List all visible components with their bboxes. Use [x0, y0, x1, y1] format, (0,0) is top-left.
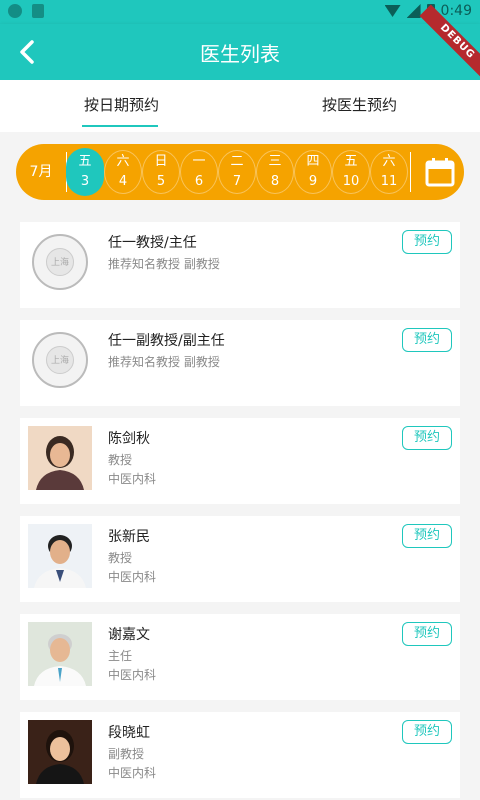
book-button[interactable]: 预约: [402, 622, 452, 646]
doctor-title: 副教授: [108, 747, 145, 761]
doctor-card[interactable]: 陈剑秋 教授 中医内科 预约: [20, 418, 460, 504]
day-weekday: 三: [268, 154, 282, 169]
signal-icon: [406, 4, 421, 18]
notification-icon: [8, 4, 22, 18]
doctor-title: 推荐知名教授 副教授: [108, 355, 220, 369]
doctor-title: 教授: [108, 453, 133, 467]
doctor-department: 中医内科: [108, 472, 157, 486]
day-item[interactable]: 六 4: [104, 148, 142, 196]
doctor-name: 任一教授/主任: [108, 235, 197, 251]
doctor-title: 主任: [108, 649, 133, 663]
doctor-photo: [28, 720, 92, 784]
day-weekday: 六: [116, 154, 130, 169]
doctor-name: 段晓虹: [108, 725, 150, 741]
day-item[interactable]: 六 11: [370, 148, 408, 196]
doctor-photo: [28, 426, 92, 490]
day-weekday: 五: [344, 154, 358, 169]
tab-by-doctor[interactable]: 按医生预约: [322, 94, 397, 115]
doctor-photo: [28, 524, 92, 588]
doctor-name: 张新民: [108, 529, 150, 545]
day-date: 7: [232, 174, 242, 189]
doctor-title: 推荐知名教授 副教授: [108, 257, 220, 271]
day-item[interactable]: 三 8: [256, 148, 294, 196]
day-date: 9: [308, 174, 318, 189]
seal-text: 上海: [46, 346, 74, 374]
doctor-card[interactable]: 张新民 教授 中医内科 预约: [20, 516, 460, 602]
day-weekday: 五: [78, 154, 92, 169]
seal-text: 上海: [46, 248, 74, 276]
month-label: 7月: [29, 164, 53, 180]
doctor-card[interactable]: 上海 任一副教授/副主任 推荐知名教授 副教授 预约: [20, 320, 460, 406]
divider: [410, 152, 411, 192]
app-bar: 医生列表 DEBUG: [0, 4, 480, 80]
day-date: 5: [156, 174, 166, 189]
status-time: 0:49: [440, 3, 472, 19]
day-item[interactable]: 二 7: [218, 148, 256, 196]
tab-by-date[interactable]: 按日期预约: [84, 94, 159, 115]
day-weekday: 四: [306, 154, 320, 169]
doctor-card[interactable]: 段晓虹 副教授 中医内科 预约: [20, 712, 460, 798]
day-date: 4: [118, 174, 128, 189]
day-item[interactable]: 日 5: [142, 148, 180, 196]
day-item[interactable]: 一 6: [180, 148, 218, 196]
day-weekday: 二: [230, 154, 244, 169]
doctor-name: 陈剑秋: [108, 431, 150, 447]
day-item[interactable]: 五 3: [66, 148, 104, 196]
doctor-card[interactable]: 谢嘉文 主任 中医内科 预约: [20, 614, 460, 700]
page-title: 医生列表: [200, 42, 280, 66]
day-date: 10: [342, 174, 360, 189]
day-weekday: 六: [382, 154, 396, 169]
hospital-seal-logo: 上海: [32, 234, 88, 290]
book-button[interactable]: 预约: [402, 720, 452, 744]
doctor-photo: [28, 622, 92, 686]
day-date: 8: [270, 174, 280, 189]
day-weekday: 一: [192, 154, 206, 169]
day-date: 6: [194, 174, 204, 189]
day-date: 11: [380, 174, 398, 189]
day-item[interactable]: 四 9: [294, 148, 332, 196]
status-bar: 0:49: [0, 0, 480, 24]
calendar-button[interactable]: [424, 156, 456, 188]
doctor-card[interactable]: 上海 任一教授/主任 推荐知名教授 副教授 预约: [20, 222, 460, 308]
doctor-name: 谢嘉文: [108, 627, 150, 643]
calendar-icon: [425, 158, 455, 187]
day-date: 3: [80, 174, 90, 189]
doctor-department: 中医内科: [108, 570, 157, 584]
sim-card-icon: [32, 4, 44, 18]
book-button[interactable]: 预约: [402, 328, 452, 352]
tab-bar: 按日期预约 按医生预约: [0, 80, 480, 132]
book-button[interactable]: 预约: [402, 524, 452, 548]
hospital-seal-logo: 上海: [32, 332, 88, 388]
doctor-department: 中医内科: [108, 668, 157, 682]
tab-indicator: [82, 125, 158, 127]
book-button[interactable]: 预约: [402, 426, 452, 450]
book-button[interactable]: 预约: [402, 230, 452, 254]
date-selector: 7月 五 3 六 4 日 5 一 6 二 7 三 8 四 9 五 10 六 11: [16, 144, 464, 200]
wifi-icon: [384, 5, 401, 17]
doctor-title: 教授: [108, 551, 133, 565]
doctor-name: 任一副教授/副主任: [108, 333, 225, 349]
doctor-department: 中医内科: [108, 766, 157, 780]
day-item[interactable]: 五 10: [332, 148, 370, 196]
day-weekday: 日: [154, 154, 168, 169]
